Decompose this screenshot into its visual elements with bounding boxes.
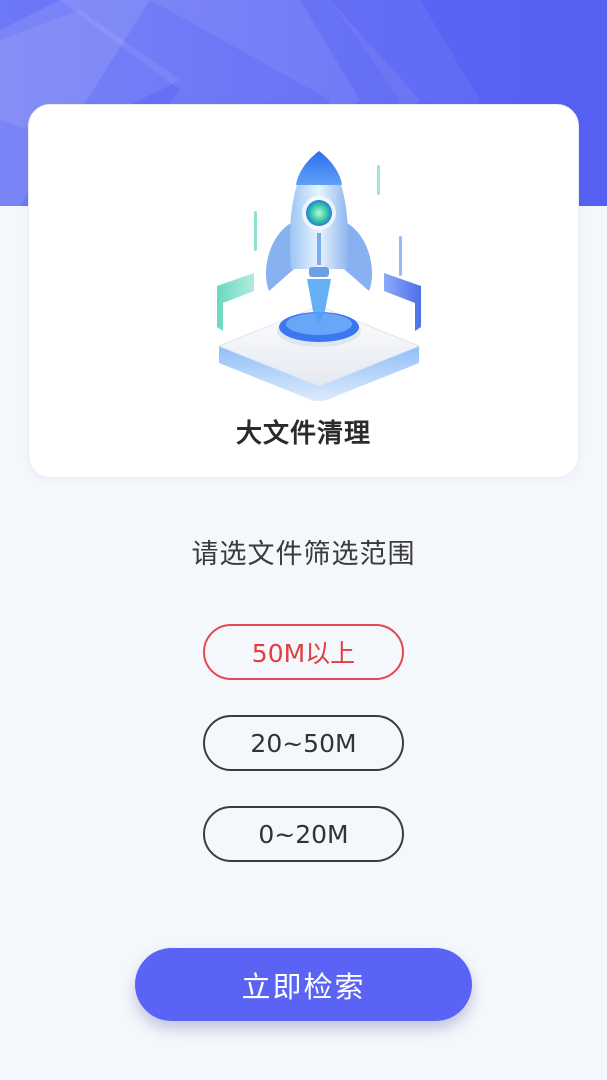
hero-title: 大文件清理 bbox=[235, 419, 371, 449]
search-now-button[interactable]: 立即检索 bbox=[135, 948, 472, 1021]
range-option-50m-plus[interactable]: 50M以上 bbox=[203, 624, 404, 680]
rocket-illustration bbox=[217, 151, 421, 401]
filter-prompt: 请选文件筛选范围 bbox=[191, 539, 416, 570]
range-option-20-50m[interactable]: 20~50M bbox=[203, 715, 404, 771]
range-option-0-20m[interactable]: 0~20M bbox=[203, 806, 404, 862]
hero-card: 大文件清理 bbox=[28, 104, 579, 478]
